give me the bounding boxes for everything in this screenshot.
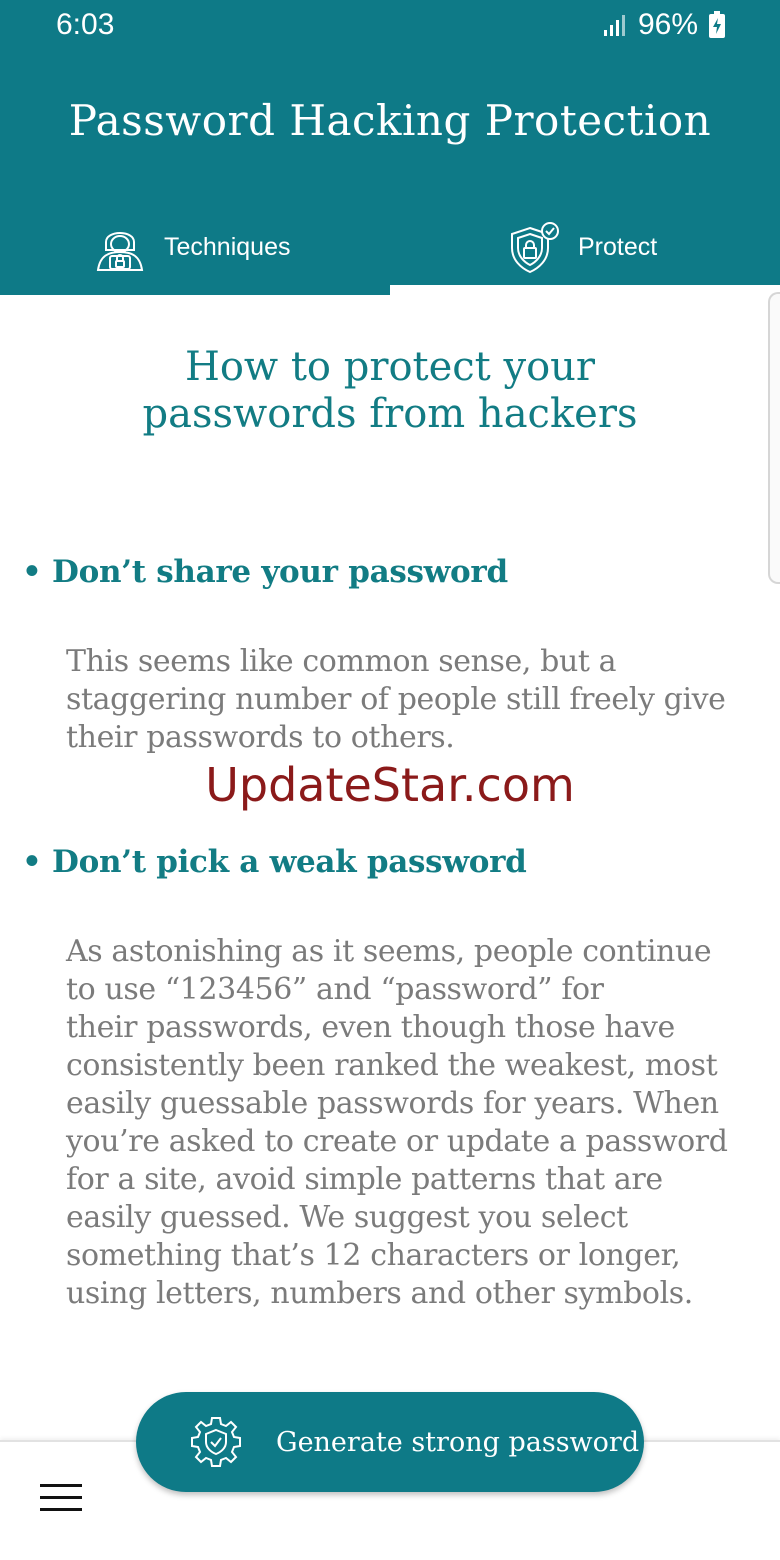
section-heading-share: • Don’t share your password <box>22 554 508 590</box>
status-indicators: 96% <box>602 8 726 42</box>
section-body-share: This seems like common sense, but a stag… <box>66 643 756 757</box>
paragraph-line: This seems like common sense, but a <box>66 644 617 679</box>
signal-icon <box>603 15 625 36</box>
tab-bar-underline <box>0 285 390 295</box>
tab-selected-indicator <box>390 285 780 295</box>
section-heading-weak: • Don’t pick a weak password <box>22 844 527 880</box>
generate-password-label: Generate strong password <box>276 1426 640 1458</box>
generate-password-button[interactable]: Generate strong password <box>136 1392 644 1492</box>
status-bar: 6:03 96% <box>0 0 780 52</box>
battery-percentage: 96% <box>637 8 698 41</box>
paragraph-line: consistently been ranked the weakest, mo… <box>66 1048 718 1083</box>
page-title: How to protect your passwords from hacke… <box>60 344 720 438</box>
hacker-icon <box>96 231 144 271</box>
paragraph-line: something that’s 12 characters or longer… <box>66 1238 681 1273</box>
paragraph-line: easily guessed. We suggest you select <box>66 1200 628 1235</box>
battery-charging-icon <box>709 11 725 38</box>
tab-protect[interactable]: Protect <box>506 210 657 285</box>
gear-shield-icon <box>191 1417 241 1467</box>
hamburger-menu-icon[interactable] <box>40 1484 82 1516</box>
tab-protect-label: Protect <box>578 233 658 261</box>
paragraph-line: staggering number of people still freely… <box>66 682 726 717</box>
paragraph-line: As astonishing as it seems, people conti… <box>66 934 712 969</box>
app-title: Password Hacking Protection <box>68 96 712 145</box>
paragraph-line: using letters, numbers and other symbols… <box>66 1276 693 1311</box>
paragraph-line: to use “123456” and “password” for <box>66 972 604 1007</box>
tab-techniques-label: Techniques <box>164 233 291 261</box>
watermark-text: UpdateStar.com <box>205 758 575 812</box>
paragraph-line: their passwords to others. <box>66 720 455 755</box>
page-title-line-1: How to protect your <box>184 344 596 390</box>
tab-techniques[interactable]: Techniques <box>92 210 290 285</box>
section-body-weak: As astonishing as it seems, people conti… <box>66 933 756 1313</box>
page-title-line-2: passwords from hackers <box>142 391 638 437</box>
shield-lock-icon <box>511 221 559 273</box>
scroll-edge-handle[interactable] <box>768 292 780 584</box>
paragraph-line: easily guessable passwords for years. Wh… <box>66 1086 719 1121</box>
status-time: 6:03 <box>56 8 115 41</box>
paragraph-line: you’re asked to create or update a passw… <box>66 1124 728 1159</box>
paragraph-line: for a site, avoid simple patterns that a… <box>66 1162 663 1197</box>
paragraph-line: their passwords, even though those have <box>66 1010 675 1045</box>
